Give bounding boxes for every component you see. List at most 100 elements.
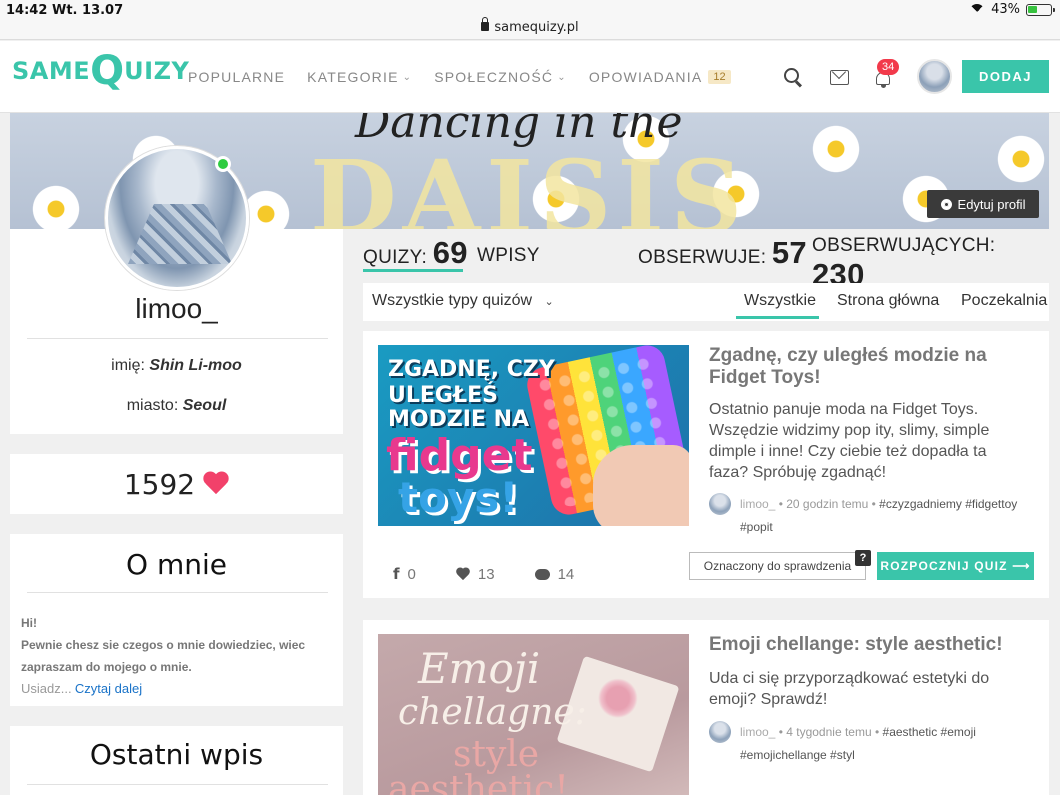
logo-uizy: UIZY (124, 57, 190, 85)
share-count[interactable]: f0 (393, 565, 416, 583)
quiz-meta: limoo_ • 4 tygodnie temu • #aesthetic #e… (709, 721, 1029, 767)
thumbnail-text: ULEGŁEŚ (388, 383, 498, 408)
like-count[interactable]: 13 (456, 565, 495, 583)
comment-count[interactable]: 14 (534, 565, 575, 583)
about-truncated: Usiadz... (21, 681, 72, 696)
banner-big-text: DAISIS (310, 138, 749, 229)
quiz-tags[interactable]: #czyzgadniemy #fidgettoy (879, 497, 1017, 511)
likes-card: 1592 (10, 454, 343, 514)
quiz-thumbnail[interactable]: Emoji chellagne: style aesthetic! (378, 634, 689, 795)
quiz-description: Ostatnio panuje moda na Fidget Toys. Wsz… (709, 401, 990, 481)
stat-obserwuje[interactable]: OBSERWUJE: 57 (638, 235, 807, 271)
tab-strona-glowna[interactable]: Strona główna (837, 292, 939, 310)
daisy-icon (995, 133, 1047, 185)
divider (27, 338, 328, 339)
status-indicators: 43% (969, 2, 1055, 17)
quiz-time: • 4 tygodnie temu • (778, 725, 880, 739)
thumbnail-text: toys! (398, 473, 519, 522)
main-menu: POPULARNE KATEGORIE ⌄ SPOŁECZNOŚĆ ⌄ OPOWIA… (188, 69, 753, 85)
city-label: miasto: (126, 397, 179, 414)
battery-percent: 43% (991, 2, 1020, 17)
thumbnail-text: aesthetic! (388, 769, 569, 795)
quiz-tags[interactable]: #emojichellange #styl (709, 744, 1029, 767)
author-avatar[interactable] (709, 721, 731, 743)
tab-poczekalnia[interactable]: Poczekalnia (961, 292, 1047, 310)
nav-opowiadania[interactable]: OPOWIADANIA 12 (589, 69, 731, 85)
quiz-type-select-label: Wszystkie typy quizów (372, 292, 533, 309)
chevron-down-icon: ⌄ (544, 296, 554, 308)
gear-icon (940, 198, 952, 210)
thumbnail-text: ZGADNĘ, CZY (388, 357, 555, 382)
quiz-title[interactable]: Zgadnę, czy uległeś modzie na Fidget Toy… (709, 345, 1029, 389)
quiz-stats: f0 13 14 (393, 565, 614, 583)
start-quiz-button[interactable]: ROZPOCZNIJ QUIZ ⟶ (877, 552, 1034, 580)
author-name[interactable]: limoo_ (740, 725, 775, 739)
user-avatar[interactable] (917, 59, 952, 94)
quiz-title[interactable]: Emoji chellange: style aesthetic! (709, 634, 1029, 656)
divider (27, 592, 328, 593)
quiz-type-select[interactable]: Wszystkie typy quizów ⌄ (372, 292, 554, 310)
comment-count-value: 14 (557, 565, 575, 583)
site-logo[interactable]: SAME Q UIZY (12, 51, 189, 91)
read-more-link[interactable]: Czytaj dalej (75, 681, 142, 696)
profile-city-row: miasto: Seoul (10, 397, 343, 415)
flagged-for-review-button[interactable]: Oznaczony do sprawdzenia (689, 552, 866, 580)
status-time: 14:42 (6, 3, 48, 18)
lock-icon (481, 17, 490, 31)
stat-wpisy[interactable]: WPISY (477, 245, 540, 267)
logo-same: SAME (12, 57, 91, 85)
profile-name-row: imię: Shin Li-moo (10, 357, 343, 375)
stat-obserwuje-value: 57 (771, 235, 807, 270)
thumbnail-text: chellagne: (398, 692, 587, 733)
quiz-thumbnail[interactable]: ZGADNĘ, CZY ULEGŁEŚ MODZIE NA fidget toy… (378, 345, 689, 526)
about-line: Hi! (21, 616, 37, 630)
help-icon[interactable]: ? (855, 550, 871, 566)
tab-wszystkie[interactable]: Wszystkie (744, 292, 816, 310)
banner-script-text: Dancing in the (355, 113, 683, 148)
thumbnail-text: Emoji (418, 644, 541, 693)
quiz-description: Uda ci się przyporządkować estetyki do e… (709, 670, 990, 708)
author-avatar[interactable] (709, 493, 731, 515)
stat-quizy-label: QUIZY: (363, 247, 428, 268)
thumbnail-text: MODZIE NA (388, 407, 530, 432)
active-tab-indicator (736, 316, 819, 319)
heart-icon (203, 472, 229, 496)
quiz-time: • 20 godzin temu • (778, 497, 876, 511)
edit-profile-button[interactable]: Edytuj profil (927, 190, 1039, 218)
last-post-card: Ostatni wpis (10, 726, 343, 795)
stat-obserwuje-label: OBSERWUJE: (638, 247, 767, 268)
quiz-tags[interactable]: #aesthetic #emoji (883, 725, 976, 739)
quiz-filter-bar: Wszystkie typy quizów ⌄ Wszystkie Strona… (363, 283, 1049, 321)
stat-quizy[interactable]: QUIZY: 69 (363, 235, 468, 271)
nav-popularne[interactable]: POPULARNE (188, 69, 285, 85)
like-count-value: 13 (477, 565, 495, 583)
opowiadania-count-badge: 12 (708, 70, 731, 84)
nav-kategorie-label: KATEGORIE (307, 69, 399, 85)
top-navigation: SAME Q UIZY POPULARNE KATEGORIE ⌄ SPOŁECZNO… (0, 41, 1060, 113)
add-button[interactable]: DODAJ (962, 60, 1049, 93)
active-stat-indicator (363, 269, 463, 272)
search-icon[interactable] (782, 66, 804, 88)
edit-profile-label: Edytuj profil (957, 196, 1026, 212)
city-value: Seoul (182, 397, 227, 414)
stat-wpisy-label: WPISY (477, 245, 540, 266)
last-post-title: Ostatni wpis (89, 738, 264, 771)
daisy-icon (30, 183, 82, 229)
quiz-tags[interactable]: #popit (709, 516, 1029, 539)
mail-icon[interactable] (828, 66, 850, 88)
hand-image (593, 445, 689, 526)
name-label: imię: (111, 357, 145, 374)
about-line: Pewnie chesz sie czegos o mnie dowiedzie… (21, 638, 306, 652)
heart-icon (456, 568, 470, 580)
stat-quizy-value: 69 (432, 235, 468, 270)
url-text: samequizy.pl (494, 20, 579, 35)
facebook-icon: f (393, 565, 400, 583)
chevron-down-icon: ⌄ (402, 71, 413, 83)
comment-icon (534, 568, 550, 580)
nav-kategorie[interactable]: KATEGORIE ⌄ (307, 69, 412, 85)
profile-stats: QUIZY: 69 WPISY OBSERWUJE: 57 OBSERWUJĄC… (363, 235, 1049, 292)
status-bar: 14:42 Wt. 13.07 samequizy.pl 43% (0, 0, 1060, 40)
author-name[interactable]: limoo_ (740, 497, 775, 511)
nav-spolecznosc[interactable]: SPOŁECZNOŚĆ ⌄ (434, 69, 567, 85)
address-bar[interactable]: samequizy.pl (0, 17, 1060, 35)
